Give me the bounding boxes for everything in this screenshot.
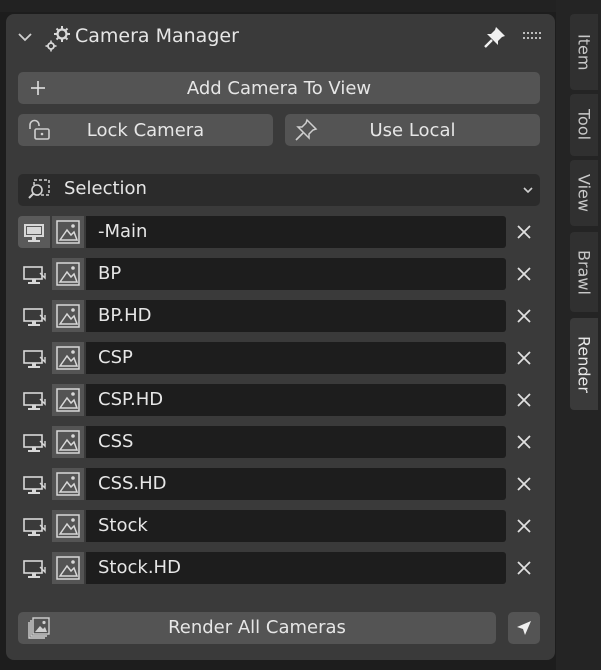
- image-icon: [56, 304, 80, 328]
- camera-row[interactable]: CSP: [18, 342, 548, 374]
- unlocked-icon: [29, 119, 50, 140]
- camera-name-field[interactable]: BP: [86, 258, 506, 290]
- close-icon[interactable]: [514, 264, 534, 284]
- add-camera-button[interactable]: Add Camera To View: [18, 72, 540, 104]
- image-icon: [56, 556, 80, 580]
- monitor-icon: [23, 350, 46, 368]
- drag-handle-icon[interactable]: [522, 31, 542, 41]
- set-view-camera-button[interactable]: [18, 258, 50, 290]
- monitor-icon: [24, 224, 44, 242]
- cursor-icon: [517, 621, 531, 635]
- sidebar-tab-label: Brawl: [574, 249, 594, 295]
- panel-title: Camera Manager: [75, 25, 239, 47]
- render-camera-button[interactable]: [52, 552, 84, 584]
- sidebar-tab-label: View: [574, 174, 594, 212]
- image-icon: [56, 430, 80, 454]
- top-strip: [0, 0, 560, 12]
- monitor-icon: [23, 392, 46, 410]
- close-icon[interactable]: [514, 558, 534, 578]
- use-local-label: Use Local: [369, 119, 456, 141]
- plus-icon: [31, 81, 45, 95]
- monitor-icon: [23, 308, 46, 326]
- image-icon: [56, 514, 80, 538]
- close-icon[interactable]: [514, 222, 534, 242]
- lock-camera-label: Lock Camera: [86, 119, 205, 141]
- image-icon: [56, 262, 80, 286]
- selection-label: Selection: [64, 178, 147, 199]
- panel-header[interactable]: Camera Manager: [6, 14, 555, 60]
- camera-name-field[interactable]: Stock: [86, 510, 506, 542]
- camera-row[interactable]: -Main: [18, 216, 548, 248]
- pin-icon[interactable]: [482, 24, 508, 50]
- pin-outline-icon: [295, 118, 318, 141]
- render-camera-button[interactable]: [52, 426, 84, 458]
- camera-row[interactable]: CSP.HD: [18, 384, 548, 416]
- camera-row[interactable]: BP: [18, 258, 548, 290]
- monitor-icon: [23, 476, 46, 494]
- sidebar-tab-view[interactable]: View: [570, 160, 598, 226]
- render-camera-button[interactable]: [52, 384, 84, 416]
- sidebar-tab-label: Item: [574, 33, 594, 71]
- close-icon[interactable]: [514, 516, 534, 536]
- chevron-down-icon[interactable]: [16, 28, 34, 46]
- render-all-label: Render All Cameras: [168, 617, 346, 638]
- close-icon[interactable]: [514, 390, 534, 410]
- image-icon: [56, 388, 80, 412]
- sidebar-tab-brawl[interactable]: Brawl: [570, 232, 598, 312]
- camera-row[interactable]: CSS.HD: [18, 468, 548, 500]
- sidebar-tab-label: Render: [574, 335, 594, 393]
- camera-name-field[interactable]: CSP: [86, 342, 506, 374]
- add-camera-label: Add Camera To View: [186, 77, 372, 99]
- camera-name-field[interactable]: Stock.HD: [86, 552, 506, 584]
- use-local-button[interactable]: Use Local: [285, 114, 540, 146]
- close-icon[interactable]: [514, 348, 534, 368]
- monitor-icon: [23, 560, 46, 578]
- camera-row[interactable]: Stock.HD: [18, 552, 548, 584]
- camera-manager-panel: Camera Manager Add Camera To View Lock C…: [6, 14, 555, 660]
- set-view-camera-button[interactable]: [18, 510, 50, 542]
- render-camera-button[interactable]: [52, 468, 84, 500]
- camera-row[interactable]: CSS: [18, 426, 548, 458]
- monitor-icon: [23, 518, 46, 536]
- close-icon[interactable]: [514, 306, 534, 326]
- camera-name-field[interactable]: CSP.HD: [86, 384, 506, 416]
- render-all-button[interactable]: Render All Cameras: [18, 612, 496, 644]
- close-icon[interactable]: [514, 474, 534, 494]
- render-camera-button[interactable]: [52, 342, 84, 374]
- set-view-camera-button[interactable]: [18, 426, 50, 458]
- camera-row[interactable]: Stock: [18, 510, 548, 542]
- image-icon: [56, 346, 80, 370]
- camera-row[interactable]: BP.HD: [18, 300, 548, 332]
- set-view-camera-button[interactable]: [18, 342, 50, 374]
- monitor-icon: [23, 266, 46, 284]
- set-view-camera-button[interactable]: [18, 468, 50, 500]
- render-camera-button[interactable]: [52, 258, 84, 290]
- camera-name-field[interactable]: CSS.HD: [86, 468, 506, 500]
- sidebar-tab-tool[interactable]: Tool: [570, 94, 598, 156]
- set-view-camera-button[interactable]: [18, 216, 50, 248]
- select-cameras-button[interactable]: [508, 612, 540, 644]
- selection-box-icon: [28, 179, 50, 199]
- image-icon: [56, 220, 80, 244]
- image-icon: [56, 472, 80, 496]
- selection-dropdown[interactable]: Selection: [18, 174, 540, 206]
- camera-name-field[interactable]: -Main: [86, 216, 506, 248]
- render-camera-button[interactable]: [52, 216, 84, 248]
- render-camera-button[interactable]: [52, 300, 84, 332]
- render-camera-button[interactable]: [52, 510, 84, 542]
- monitor-icon: [23, 434, 46, 452]
- sidebar-tab-item[interactable]: Item: [570, 14, 598, 90]
- chevron-down-icon: [523, 187, 533, 194]
- set-view-camera-button[interactable]: [18, 384, 50, 416]
- set-view-camera-button[interactable]: [18, 300, 50, 332]
- camera-name-field[interactable]: CSS: [86, 426, 506, 458]
- lock-camera-button[interactable]: Lock Camera: [18, 114, 273, 146]
- gear-icon: [45, 26, 70, 52]
- set-view-camera-button[interactable]: [18, 552, 50, 584]
- sidebar-tab-render[interactable]: Render: [570, 318, 598, 410]
- camera-name-field[interactable]: BP.HD: [86, 300, 506, 332]
- sidebar-tab-label: Tool: [574, 109, 594, 141]
- close-icon[interactable]: [514, 432, 534, 452]
